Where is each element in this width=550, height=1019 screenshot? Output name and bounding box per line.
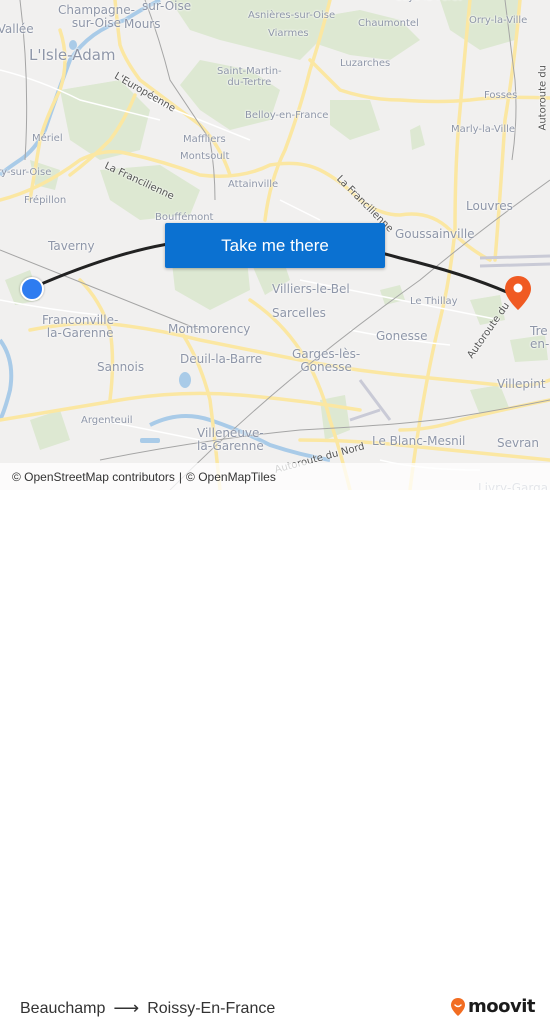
place-label-fosses: Fosses (484, 90, 518, 101)
place-label-mours: Mours (124, 17, 161, 31)
place-label-sur-oise: sur-Oise (142, 0, 192, 13)
take-me-there-button[interactable]: Take me there (165, 223, 385, 268)
place-label-bouffemont: Bouffémont (155, 212, 214, 223)
place-label-maffliers: Maffliers (183, 134, 226, 145)
place-label-le-thillay: Le Thillay (410, 296, 458, 307)
place-label-viarmes: Viarmes (268, 28, 309, 39)
route-destination: Roissy-En-France (147, 999, 276, 1017)
openmaptiles-attribution-link[interactable]: © OpenMapTiles (186, 470, 276, 484)
place-label-luzarches: Luzarches (340, 58, 391, 69)
osm-attribution-link[interactable]: © OpenStreetMap contributors (12, 470, 175, 484)
place-label-saint-martin-du-tertre: Saint-Martin-du-Tertre (217, 66, 282, 88)
route-origin: Beauchamp (20, 999, 106, 1017)
place-label-villiers-le-bel: Villiers-le-Bel (272, 282, 350, 296)
place-label-villepinte: Villepint (497, 377, 546, 391)
place-label-argenteuil: Argenteuil (81, 415, 133, 426)
map-attribution: © OpenStreetMap contributors | © OpenMap… (0, 463, 550, 490)
moovit-pin-icon (451, 997, 465, 1016)
attribution-separator: | (178, 469, 183, 484)
place-label-montmorency: Montmorency (168, 322, 251, 336)
route-summary: Beauchamp ⟶ Roissy-En-France (20, 998, 275, 1019)
place-label-garges-les-gonesse: Garges-lès- Gonesse (292, 347, 361, 374)
place-label-orry-la-ville: Orry-la-Ville (469, 15, 528, 26)
place-label-vallee: -Vallée (0, 22, 34, 36)
origin-marker[interactable] (20, 277, 44, 301)
destination-pin-icon[interactable] (503, 275, 533, 311)
place-label-goussainville: Goussainville (395, 227, 475, 241)
place-label-deuil-la-barre: Deuil-la-Barre (180, 352, 263, 366)
arrow-right-icon: ⟶ (113, 998, 140, 1018)
place-label-meriel: Mériel (32, 133, 63, 144)
place-label-montsoult: Montsoult (180, 151, 230, 162)
place-label-attainville: Attainville (228, 179, 279, 190)
place-label-marly-la-ville: Marly-la-Ville (451, 124, 516, 135)
place-label-lisle-adam: L'Isle-Adam (29, 46, 116, 64)
place-label-gonesse: Gonesse (376, 329, 428, 343)
place-label-chaumontel: Chaumontel (358, 18, 419, 29)
place-label-taverny: Taverny (48, 239, 95, 253)
moovit-wordmark: moovit (468, 996, 536, 1017)
place-label-villeneuve-la-garenne: Villeneuve-la-Garenne (197, 426, 264, 453)
place-label-tremblay-en-france: Tre en- (530, 324, 550, 351)
footer: Beauchamp ⟶ Roissy-En-France moovit (0, 490, 550, 1018)
road-label-autoroute-du-north: Autoroute du (537, 64, 549, 131)
place-label-frepillon: Frépillon (24, 195, 67, 206)
place-label-coye-la-foret: Coye-la-Forêt (395, 0, 462, 4)
place-label-le-blanc-mesnil: Le Blanc-Mesnil (372, 434, 466, 448)
moovit-logo[interactable]: moovit (450, 996, 536, 1017)
place-label-asnieres-sur-oise: Asnières-sur-Oise (248, 10, 336, 21)
place-label-belloy-en-france: Belloy-en-France (245, 110, 329, 121)
place-label-mery-sur-oise: ry-sur-Oise (0, 167, 52, 178)
place-label-sarcelles: Sarcelles (272, 306, 326, 320)
place-label-louvres: Louvres (466, 199, 513, 213)
place-label-franconville-la-garenne: Franconville-la-Garenne (42, 313, 119, 340)
place-label-sevran: Sevran (497, 436, 539, 450)
map-view[interactable]: Champagne-sur-Oise sur-Oise Mours Asnièr… (0, 0, 550, 490)
place-label-sannois: Sannois (97, 360, 145, 374)
